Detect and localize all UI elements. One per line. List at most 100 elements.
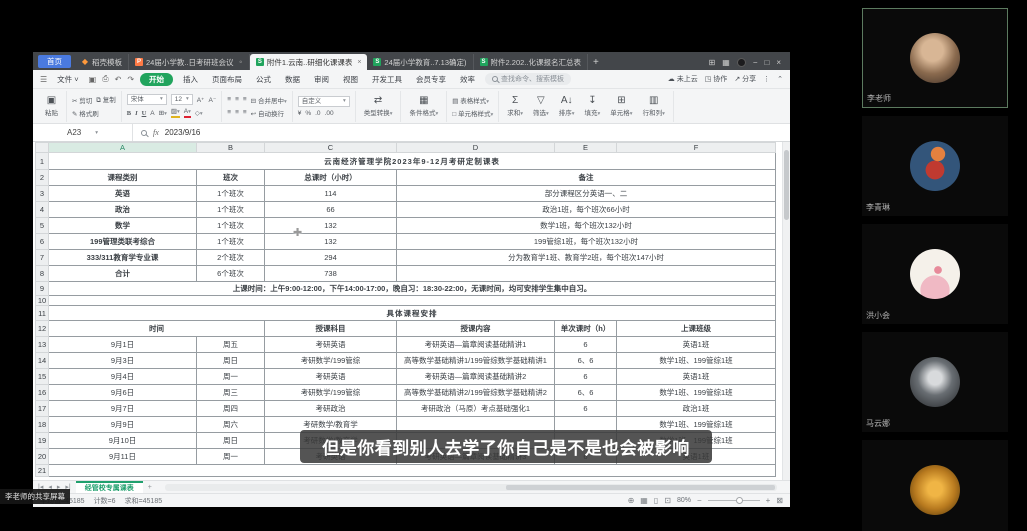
menu-file[interactable]: 文件 ˅ [53, 73, 82, 86]
cell[interactable]: 单次课时（h） [555, 321, 617, 337]
select-all-corner[interactable] [36, 143, 49, 153]
row-header[interactable]: 9 [36, 282, 49, 296]
close-button[interactable]: × [776, 58, 781, 67]
decrease-decimal-icon[interactable]: .00 [325, 110, 334, 117]
cell[interactable]: 9月1日 [49, 337, 197, 353]
tab-home[interactable]: 首页 [38, 55, 71, 68]
cell[interactable]: 周六 [197, 417, 265, 433]
table-style-button[interactable]: ▤ 表格样式▾ [452, 95, 489, 105]
schedule-note[interactable]: 上课时间：上午9:00-12:00，下午14:00-17:00，晚自习：18:3… [49, 282, 776, 296]
font-name-select[interactable]: 宋体▾ [127, 94, 167, 105]
fill-button[interactable]: ↧ 填充▾ [582, 96, 604, 117]
row-header[interactable]: 20 [36, 449, 49, 465]
cell[interactable]: 1个班次 [197, 218, 265, 234]
participant-tile[interactable]: 李老师 [862, 8, 1008, 108]
cell[interactable] [49, 296, 776, 306]
increase-font-icon[interactable]: A⁺ [197, 96, 205, 104]
cell[interactable]: 9月11日 [49, 449, 197, 465]
menu-item-审阅[interactable]: 审阅 [310, 73, 333, 86]
menu-item-视图[interactable]: 视图 [339, 73, 362, 86]
type-convert-button[interactable]: ⇄ 类型转换▾ [361, 96, 396, 117]
collapse-ribbon-icon[interactable]: ⌃ [777, 75, 783, 83]
maximize-button[interactable]: □ [764, 58, 769, 67]
row-header[interactable]: 7 [36, 250, 49, 266]
cell[interactable]: 数学 [49, 218, 197, 234]
cell[interactable]: 总课时（小时） [265, 170, 397, 186]
cell[interactable]: 9月3日 [49, 353, 197, 369]
cell[interactable]: 132 [265, 234, 397, 250]
format-painter-button[interactable]: ✎ 格式刷 [72, 108, 99, 118]
collab-button[interactable]: ◳ 协作 [705, 74, 728, 84]
row-header[interactable]: 6 [36, 234, 49, 250]
cell[interactable]: 部分课程区分英语一、二 [397, 186, 776, 202]
namebox-dropdown-icon[interactable]: ▾ [95, 130, 98, 136]
fill-color-icon[interactable]: ▨▾ [171, 108, 180, 118]
cell[interactable]: 6、6 [555, 353, 617, 369]
cell[interactable]: 高等数学基础精讲1/199管综数学基础精讲1 [397, 353, 555, 369]
cell[interactable]: 数学1班、199管综1班 [617, 385, 776, 401]
cell[interactable]: 分为教育学1班、教育学2班，每个班次147小时 [397, 250, 776, 266]
tab-pin-icon[interactable]: ∘ [239, 58, 243, 66]
participant-tile[interactable]: 马云娜 [862, 332, 1008, 432]
save-icon[interactable]: ▣ [89, 75, 97, 84]
cells-button[interactable]: ⊞ 单元格▾ [607, 96, 635, 117]
cell[interactable]: 周一 [197, 449, 265, 465]
merge-center-button[interactable]: ⊟ 合并居中▾ [251, 95, 287, 105]
cell[interactable]: 333/311教育学专业课 [49, 250, 197, 266]
normal-view-icon[interactable]: ▦ [640, 496, 648, 505]
cell[interactable]: 数学1班、199管综1班 [617, 353, 776, 369]
cell[interactable]: 9月7日 [49, 401, 197, 417]
cloud-status[interactable]: ☁ 未上云 [668, 74, 698, 84]
row-header[interactable]: 17 [36, 401, 49, 417]
cell-name-box[interactable]: A23 ▾ [33, 124, 133, 141]
copy-button[interactable]: ⧉ 复制 [96, 94, 115, 105]
cell[interactable]: 周三 [197, 385, 265, 401]
row-header[interactable]: 21 [36, 465, 49, 477]
table1-title[interactable]: 云南经济管理学院2023年9-12月考研定制课表 [49, 153, 776, 170]
add-sheet-button[interactable]: + [148, 484, 152, 491]
cell[interactable]: 6 [555, 369, 617, 385]
align-right-icon[interactable]: ≡ [243, 109, 247, 116]
cell[interactable]: 考研英语 [265, 369, 397, 385]
cut-button[interactable]: ✂ 剪切 [72, 95, 92, 105]
cell[interactable]: 时间 [49, 321, 265, 337]
strikethrough-button[interactable]: A [150, 110, 154, 117]
column-header[interactable]: E [555, 143, 617, 153]
cell[interactable]: 2个班次 [197, 250, 265, 266]
bold-button[interactable]: B [127, 110, 131, 117]
cell[interactable]: 考研英语 [265, 337, 397, 353]
rows-cols-button[interactable]: ▥ 行和列▾ [640, 96, 668, 117]
horizontal-scrollbar-thumb[interactable] [506, 485, 775, 490]
borders-icon[interactable]: ⊞▾ [159, 109, 167, 117]
filter-button[interactable]: ▽ 筛选▾ [530, 96, 552, 117]
tab-docer[interactable]: ◆ 稻壳模板 [75, 54, 129, 70]
minimize-button[interactable]: − [753, 58, 758, 67]
cell[interactable]: 考研数学/199管综 [265, 385, 397, 401]
zoom-slider[interactable] [708, 500, 760, 501]
menu-item-效率[interactable]: 效率 [456, 73, 479, 86]
zoom-out-icon[interactable]: − [697, 496, 702, 505]
vertical-scrollbar[interactable] [782, 142, 790, 480]
cell[interactable]: 9月6日 [49, 385, 197, 401]
cell[interactable]: 6个班次 [197, 266, 265, 282]
row-header[interactable]: 2 [36, 170, 49, 186]
account-avatar[interactable] [737, 58, 746, 67]
cell[interactable]: 6 [555, 401, 617, 417]
participant-tile[interactable]: 洪小会 [862, 224, 1008, 324]
cell[interactable]: 1个班次 [197, 234, 265, 250]
cell[interactable]: 考研政治（马原）考点基础强化1 [397, 401, 555, 417]
command-search[interactable]: 查找命令、搜索模板 [485, 73, 571, 85]
row-header[interactable]: 19 [36, 433, 49, 449]
cell[interactable]: 9月10日 [49, 433, 197, 449]
italic-button[interactable]: I [135, 110, 138, 117]
font-color-icon[interactable]: A▾ [184, 108, 191, 118]
fullscreen-icon[interactable]: ⊠ [776, 496, 783, 505]
zoom-in-icon[interactable]: + [766, 496, 771, 505]
row-header[interactable]: 18 [36, 417, 49, 433]
cell[interactable]: 114 [265, 186, 397, 202]
tab-doc-4[interactable]: S 附件2.202..化课报名汇总表 [474, 54, 588, 70]
share-button[interactable]: ↗ 分享 [734, 74, 756, 84]
cell[interactable]: 199管综1班，每个班次132小时 [397, 234, 776, 250]
cell[interactable]: 合计 [49, 266, 197, 282]
participant-tile[interactable] [862, 440, 1008, 531]
